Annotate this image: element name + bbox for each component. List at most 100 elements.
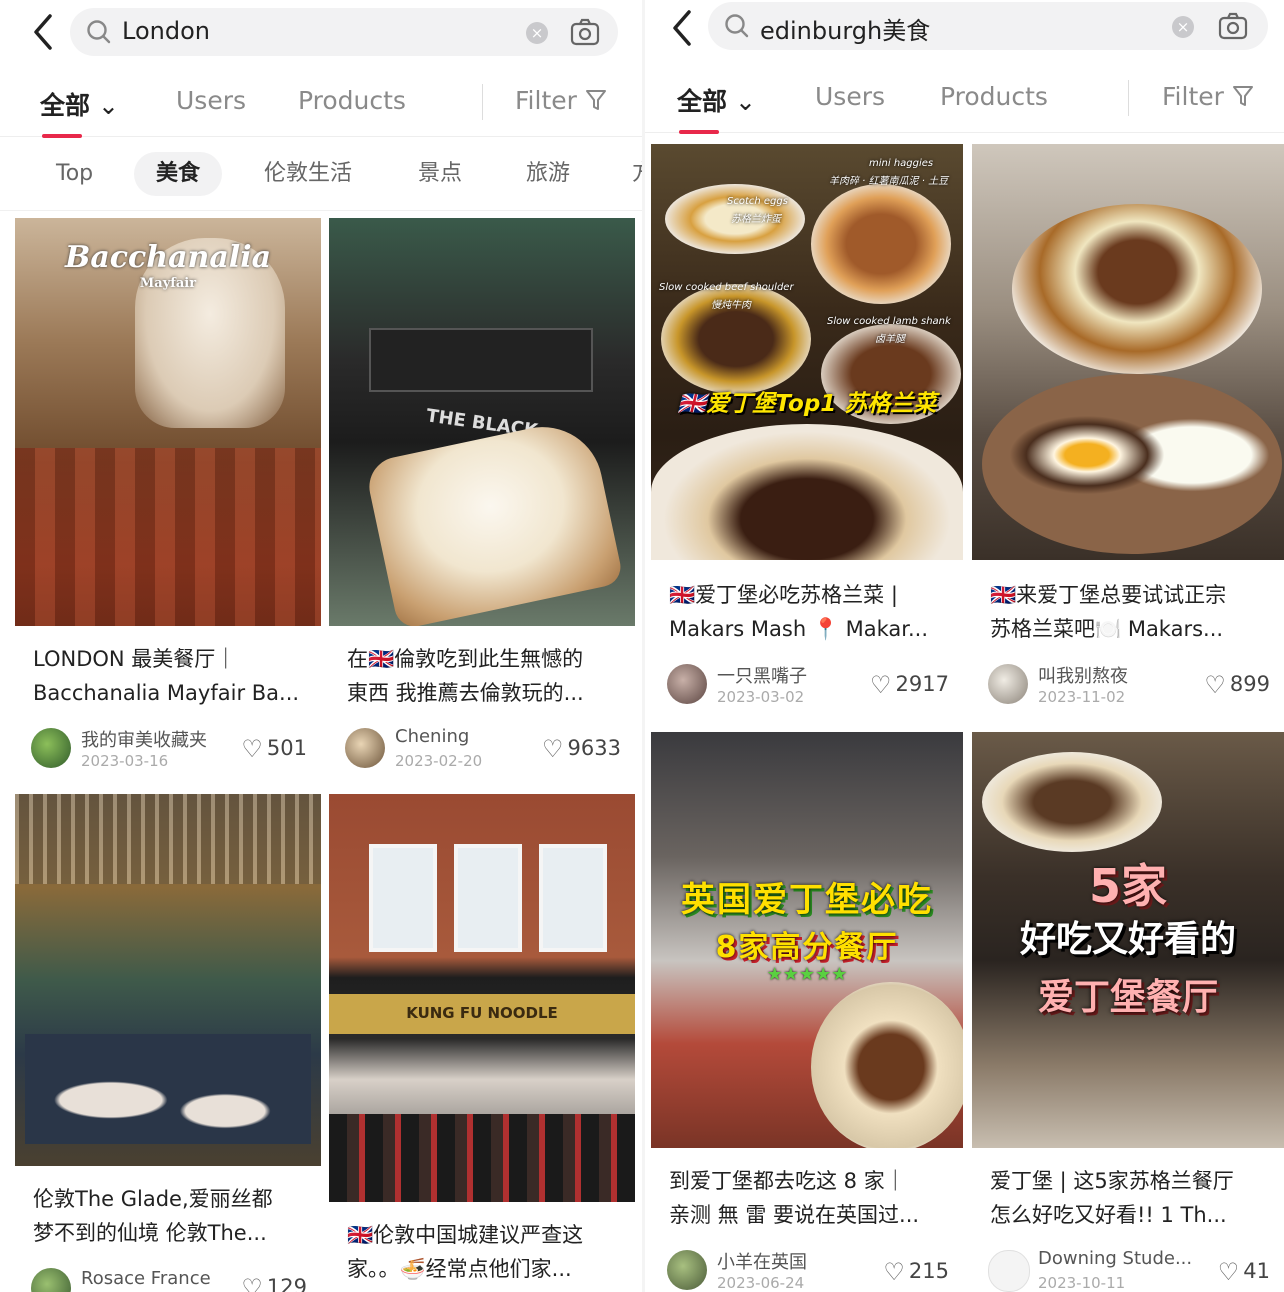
category-chips: Top 美食 伦敦生活 景点 旅游 方	[0, 142, 642, 211]
like-button[interactable]: ♡ 129	[241, 1274, 307, 1292]
heart-icon: ♡	[883, 1258, 905, 1286]
shop-sign-text: KUNG FU NOODLE	[406, 1004, 558, 1022]
tab-users[interactable]: Users	[815, 82, 885, 111]
chip-more[interactable]: 方	[610, 152, 642, 196]
chip-food[interactable]: 美食	[134, 152, 223, 196]
note-title: 在🇬🇧倫敦吃到此生無憾的 東西 我推薦去倫敦玩的...	[347, 642, 621, 710]
author-name[interactable]: Downing Stude...	[1038, 1248, 1192, 1269]
like-button[interactable]: ♡ 2917	[870, 671, 949, 699]
note-cover-image	[15, 794, 321, 1166]
author-name[interactable]: 我的审美收藏夹	[81, 726, 207, 752]
camera-icon[interactable]	[1218, 12, 1248, 40]
back-arrow-icon[interactable]	[665, 8, 701, 48]
note-card[interactable]: 伦敦The Glade,爱丽丝都 梦不到的仙境 伦敦The... Rosace …	[15, 794, 321, 1292]
note-title-line-1: 到爱丁堡都去吃这 8 家｜	[669, 1169, 906, 1193]
filter-icon	[1232, 86, 1253, 106]
avatar[interactable]	[988, 664, 1028, 704]
note-cover-image	[972, 144, 1284, 560]
note-card[interactable]: 5家 好吃又好看的 爱丁堡餐厅 爱丁堡 | 这5家苏格兰餐厅 怎么好吃又好看!!…	[972, 732, 1284, 1292]
chip-london-life[interactable]: 伦敦生活	[242, 152, 374, 196]
note-card[interactable]: Bacchanalia Mayfair LONDON 最美餐厅｜ Bacchan…	[15, 218, 321, 786]
tab-all[interactable]: 全部 ⌄	[677, 82, 756, 134]
search-query[interactable]: edinburgh美食	[760, 11, 930, 46]
tab-all[interactable]: 全部 ⌄	[40, 86, 119, 138]
like-button[interactable]: ♡ 41	[1218, 1258, 1270, 1286]
like-button[interactable]: ♡ 215	[883, 1258, 949, 1286]
author-name[interactable]: Rosace France	[81, 1268, 211, 1289]
avatar[interactable]	[667, 664, 707, 704]
camera-icon[interactable]	[570, 18, 600, 46]
back-arrow-icon[interactable]	[26, 12, 62, 52]
window	[369, 844, 437, 952]
active-tab-indicator	[42, 134, 82, 138]
like-count: 9633	[567, 736, 621, 760]
avatar[interactable]	[667, 1250, 707, 1290]
cover-logo: Bacchanalia	[64, 240, 272, 275]
search-query[interactable]: London	[122, 17, 210, 45]
cover-headline: 5家	[1088, 859, 1167, 913]
left-search-screen: London × 全部 ⌄ Users Products Filter Top 美…	[0, 0, 642, 1292]
note-cover-image: Bacchanalia Mayfair	[15, 218, 321, 626]
author-name[interactable]: Chening	[395, 726, 469, 747]
chip-top[interactable]: Top	[34, 152, 115, 196]
note-title-line-2: 家。。🍜经常点他们家...	[347, 1257, 572, 1281]
like-button[interactable]: ♡ 501	[241, 735, 307, 763]
cover-logo-subtitle: Mayfair	[139, 276, 197, 291]
author-name[interactable]: 小羊在英国	[717, 1248, 807, 1274]
search-header: edinburgh美食 ×	[645, 0, 1284, 66]
like-count: 501	[266, 736, 307, 760]
like-count: 41	[1243, 1259, 1270, 1283]
clear-icon[interactable]: ×	[526, 22, 548, 44]
note-card[interactable]: 🇬🇧来爱丁堡总要试试正宗 苏格兰菜吧🍽️ Makars... 叫我别熬夜 202…	[972, 144, 1284, 724]
search-header: London ×	[0, 0, 642, 66]
tab-products[interactable]: Products	[940, 82, 1048, 111]
author-name[interactable]: 叫我别熬夜	[1038, 662, 1128, 688]
window	[454, 844, 522, 952]
avatar[interactable]	[988, 1250, 1030, 1292]
like-button[interactable]: ♡ 899	[1204, 671, 1270, 699]
filter-button[interactable]: Filter	[515, 86, 607, 115]
result-tabs: 全部 ⌄ Users Products Filter	[645, 68, 1284, 134]
note-title: 🇬🇧爱丁堡必吃苏格兰菜 | Makars Mash 📍 Makar...	[669, 578, 949, 646]
note-title-line-1: 伦敦The Glade,爱丽丝都	[33, 1187, 273, 1211]
note-card[interactable]: mini haggies 羊肉碎 · 红薯南瓜泥 · 土豆 Scotch egg…	[651, 144, 963, 724]
cover-subheadline: 8家高分餐厅	[715, 930, 899, 965]
food-label: 慢炖牛肉	[711, 300, 751, 311]
note-card[interactable]: 英国爱丁堡必吃 8家高分餐厅 ★★★★★ 到爱丁堡都去吃这 8 家｜ 亲测 無 …	[651, 732, 963, 1292]
filter-label: Filter	[515, 86, 577, 115]
search-input[interactable]: London ×	[70, 8, 618, 56]
note-title-line-2: 梦不到的仙境 伦敦The...	[33, 1221, 267, 1245]
search-input[interactable]: edinburgh美食 ×	[708, 2, 1268, 50]
like-button[interactable]: ♡ 9633	[542, 735, 621, 763]
filter-button[interactable]: Filter	[1162, 82, 1254, 111]
note-card[interactable]: KUNG FU NOODLE 🇬🇧伦敦中国城建议严查这 家。。🍜经常点他们家..…	[329, 794, 635, 1292]
chip-attractions[interactable]: 景点	[396, 152, 484, 196]
note-card[interactable]: THE BLACK 在🇬🇧倫敦吃到此生無憾的 東西 我推薦去倫敦玩的... Ch…	[329, 218, 635, 786]
author-name[interactable]: 一只黑嘴子	[717, 662, 807, 688]
food-label: Slow cooked lamb shank	[827, 316, 951, 327]
post-date: 2023-02-20	[395, 752, 483, 770]
chip-travel[interactable]: 旅游	[504, 152, 592, 196]
chevron-down-icon: ⌄	[735, 87, 756, 116]
clear-icon[interactable]: ×	[1172, 16, 1194, 38]
note-title: 伦敦The Glade,爱丽丝都 梦不到的仙境 伦敦The...	[33, 1182, 307, 1250]
crowd-queue	[329, 1114, 635, 1202]
post-date: 2023-03-16	[81, 752, 169, 770]
avatar[interactable]	[345, 728, 385, 768]
food-stall-sign	[369, 328, 593, 392]
tab-users[interactable]: Users	[176, 86, 246, 115]
heart-icon: ♡	[1204, 671, 1226, 699]
avatar[interactable]	[31, 728, 71, 768]
search-icon	[87, 20, 111, 44]
note-cover-image: THE BLACK	[329, 218, 635, 626]
food-label: 卤羊腿	[875, 334, 905, 345]
noodle-bowl	[811, 982, 963, 1148]
cover-tagline: 爱丁堡餐厅	[1037, 977, 1218, 1018]
heart-icon: ♡	[542, 735, 564, 763]
food-label: 苏格兰炸蛋	[731, 214, 781, 225]
tab-products[interactable]: Products	[298, 86, 406, 115]
filter-label: Filter	[1162, 82, 1224, 111]
avatar[interactable]	[31, 1268, 71, 1292]
dining-tables	[25, 1034, 311, 1144]
note-cover-image: KUNG FU NOODLE	[329, 794, 635, 1202]
